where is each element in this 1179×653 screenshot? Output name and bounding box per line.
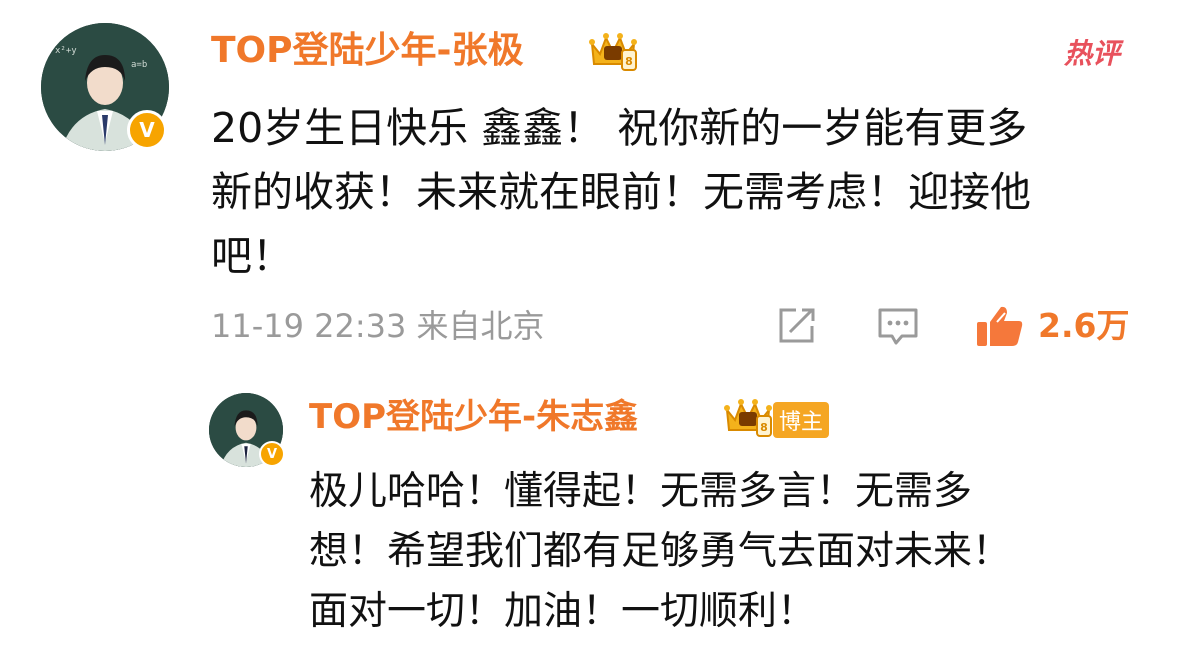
svg-text:a=b: a=b	[131, 60, 147, 70]
comment-line: 20岁生日快乐 鑫鑫！ 祝你新的一岁能有更多	[211, 104, 1028, 152]
crown-badge-icon: 8	[721, 396, 775, 438]
like-icon[interactable]	[975, 304, 1025, 352]
reply-line: 面对一切！加油！一切顺利！	[309, 589, 817, 634]
reply-text: 极儿哈哈！懂得起！无需多言！无需多 想！希望我们都有足够勇气去面对未来！ 面对一…	[309, 462, 1011, 642]
svg-text:x²+y: x²+y	[55, 46, 77, 56]
comment-icon[interactable]	[876, 306, 920, 352]
blogger-badge: 博主	[773, 402, 830, 438]
share-icon[interactable]	[776, 306, 818, 350]
crown-badge-icon: 8	[586, 30, 640, 72]
reply-username[interactable]: TOP登陆少年-朱志鑫	[309, 394, 638, 440]
comment-username[interactable]: TOP登陆少年-张极	[211, 28, 524, 74]
svg-text:8: 8	[625, 55, 633, 68]
verified-icon: V	[127, 110, 167, 150]
like-count: 2.6万	[1038, 306, 1130, 345]
comment-line: 新的收获！未来就在眼前！无需考虑！迎接他	[211, 168, 1031, 216]
hot-comment-tag: 热评	[1064, 37, 1121, 70]
verified-icon: V	[259, 441, 285, 467]
reply-line: 想！希望我们都有足够勇气去面对未来！	[309, 529, 1012, 574]
comment-text: 20岁生日快乐 鑫鑫！ 祝你新的一岁能有更多 新的收获！未来就在眼前！无需考虑！…	[211, 96, 1031, 288]
comment-timestamp: 11-19 22:33 来自北京	[211, 307, 545, 345]
svg-text:8: 8	[760, 421, 768, 434]
reply-line: 极儿哈哈！懂得起！无需多言！无需多	[309, 469, 973, 514]
comment-line: 吧！	[211, 232, 293, 280]
